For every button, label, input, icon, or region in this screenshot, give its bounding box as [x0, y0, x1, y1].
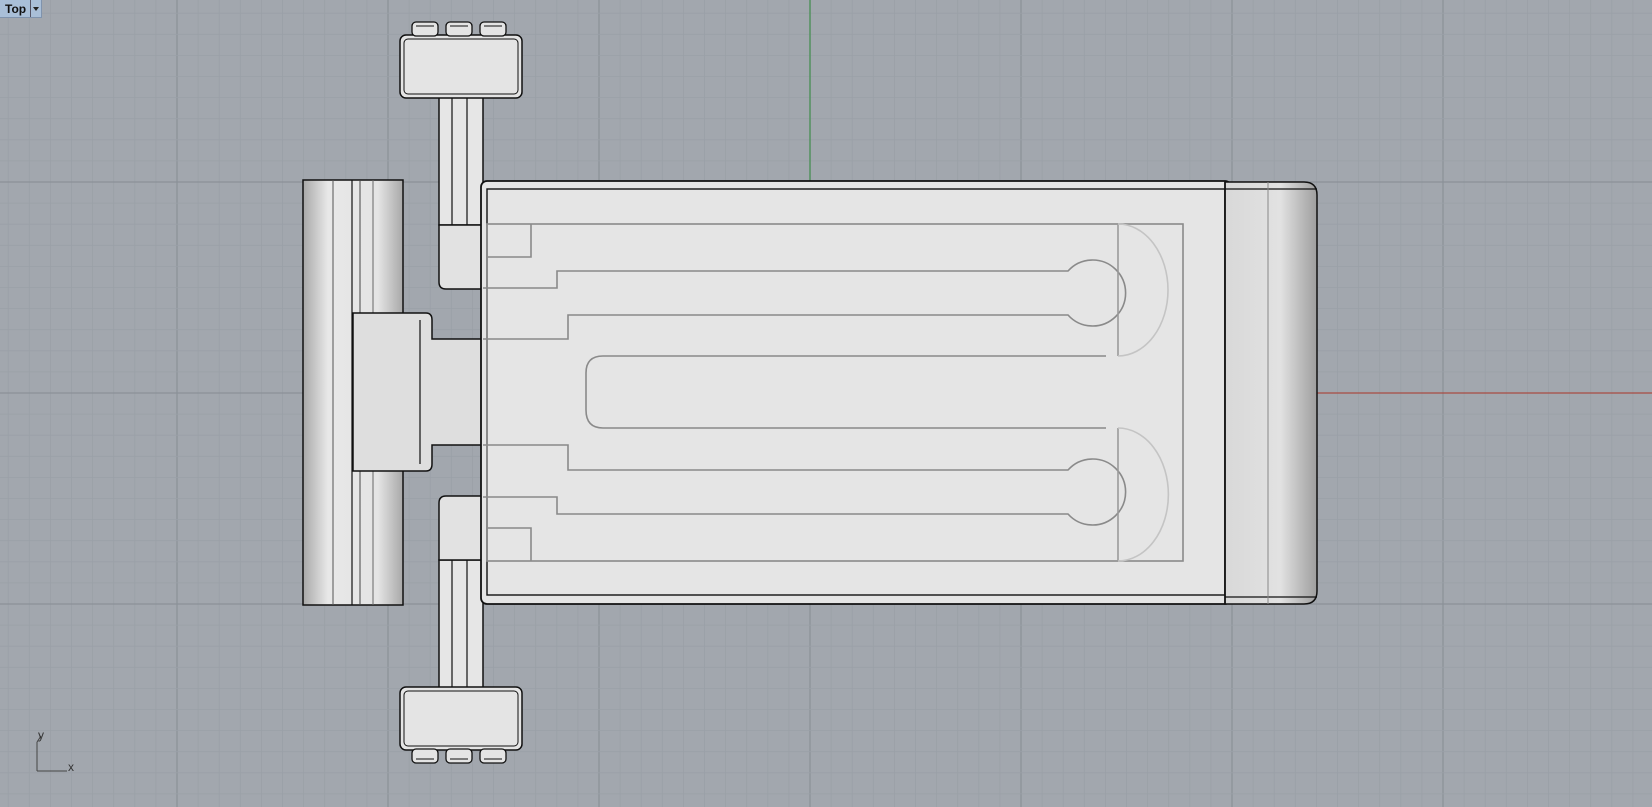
viewport-top[interactable]: Top y x: [0, 0, 1652, 807]
viewport-canvas[interactable]: [0, 0, 1652, 807]
dropdown-arrow-icon[interactable]: [30, 0, 41, 17]
main-body[interactable]: [480, 180, 1318, 605]
x-axis-label: x: [68, 760, 74, 774]
viewport-name[interactable]: Top: [0, 0, 30, 17]
viewport-title-tab[interactable]: Top: [0, 0, 43, 18]
y-axis-label: y: [38, 728, 44, 742]
t-connector[interactable]: [352, 312, 484, 472]
